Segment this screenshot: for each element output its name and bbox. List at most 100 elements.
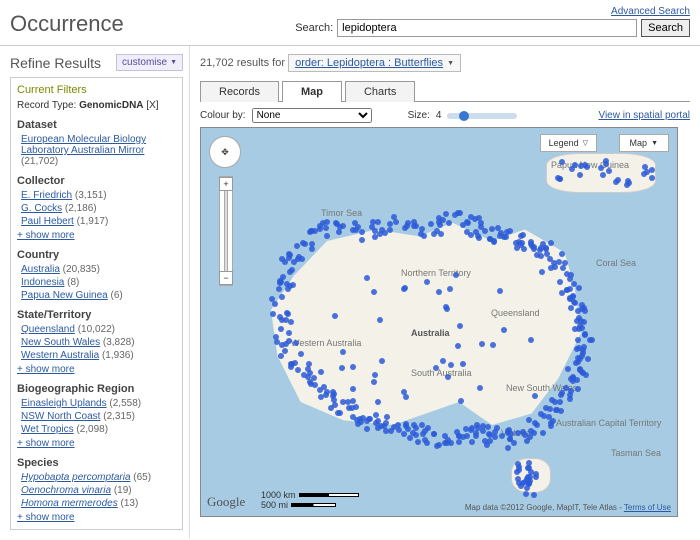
occurrence-dot[interactable] — [377, 317, 383, 323]
occurrence-dot[interactable] — [473, 433, 479, 439]
occurrence-dot[interactable] — [436, 442, 442, 448]
pan-control[interactable]: ✥ — [209, 136, 241, 168]
occurrence-dot[interactable] — [497, 288, 503, 294]
facet-link[interactable]: European Molecular Biology Laboratory Au… — [21, 134, 146, 156]
occurrence-dot[interactable] — [309, 241, 315, 247]
occurrence-dot[interactable] — [452, 212, 458, 218]
zoom-in-button[interactable]: + — [219, 177, 233, 191]
occurrence-dot[interactable] — [401, 431, 407, 437]
occurrence-dot[interactable] — [318, 394, 324, 400]
occurrence-dot[interactable] — [375, 219, 381, 225]
occurrence-dot[interactable] — [515, 430, 521, 436]
size-slider[interactable] — [447, 113, 517, 119]
occurrence-dot[interactable] — [575, 308, 581, 314]
occurrence-dot[interactable] — [364, 426, 370, 432]
occurrence-dot[interactable] — [584, 164, 590, 170]
occurrence-dot[interactable] — [557, 399, 563, 405]
facet-link[interactable]: Einasleigh Uplands — [21, 398, 107, 409]
advanced-search-link[interactable]: Advanced Search — [611, 6, 690, 17]
occurrence-dot[interactable] — [501, 327, 507, 333]
occurrence-dot[interactable] — [582, 308, 588, 314]
occurrence-dot[interactable] — [337, 410, 343, 416]
spatial-portal-link[interactable]: View in spatial portal — [598, 110, 690, 121]
occurrence-dot[interactable] — [468, 232, 474, 238]
customise-button[interactable]: customise ▼ — [116, 54, 183, 71]
facet-link[interactable]: Wet Tropics — [21, 424, 74, 435]
occurrence-dot[interactable] — [339, 365, 345, 371]
occurrence-dot[interactable] — [469, 439, 475, 445]
occurrence-dot[interactable] — [576, 285, 582, 291]
occurrence-dot[interactable] — [475, 425, 481, 431]
occurrence-dot[interactable] — [336, 229, 342, 235]
occurrence-dot[interactable] — [489, 226, 495, 232]
facet-link[interactable]: E. Friedrich — [21, 190, 72, 201]
slider-knob[interactable] — [459, 111, 469, 121]
occurrence-dot[interactable] — [383, 428, 389, 434]
facet-link[interactable]: Indonesia — [21, 277, 64, 288]
occurrence-dot[interactable] — [323, 225, 329, 231]
occurrence-dot[interactable] — [453, 272, 459, 278]
occurrence-dot[interactable] — [443, 304, 449, 310]
occurrence-dot[interactable] — [492, 434, 498, 440]
occurrence-dot[interactable] — [642, 164, 648, 170]
occurrence-dot[interactable] — [402, 285, 408, 291]
occurrence-dot[interactable] — [457, 210, 463, 216]
occurrence-dot[interactable] — [551, 260, 557, 266]
occurrence-dot[interactable] — [567, 392, 573, 398]
facet-link[interactable]: Papua New Guinea — [21, 290, 108, 301]
occurrence-dot[interactable] — [568, 272, 574, 278]
occurrence-dot[interactable] — [403, 394, 409, 400]
show-more-link[interactable]: + show more — [17, 438, 75, 449]
occurrence-dot[interactable] — [603, 158, 609, 164]
occurrence-dot[interactable] — [270, 311, 276, 317]
search-button[interactable]: Search — [641, 19, 690, 37]
facet-link[interactable]: Oenochroma vinaria — [21, 485, 111, 496]
occurrence-dot[interactable] — [494, 425, 500, 431]
occurrence-dot[interactable] — [438, 231, 444, 237]
legend-button[interactable]: Legend ▽ — [540, 134, 597, 152]
occurrence-dot[interactable] — [552, 399, 558, 405]
occurrence-dot[interactable] — [405, 220, 411, 226]
occurrence-dot[interactable] — [446, 220, 452, 226]
remove-filter-link[interactable]: [X] — [146, 100, 158, 111]
search-input[interactable] — [337, 19, 637, 37]
occurrence-dot[interactable] — [349, 405, 355, 411]
occurrence-dot[interactable] — [499, 433, 505, 439]
occurrence-dot[interactable] — [572, 162, 578, 168]
occurrence-dot[interactable] — [274, 339, 280, 345]
facet-link[interactable]: G. Cocks — [21, 203, 62, 214]
occurrence-dot[interactable] — [532, 393, 538, 399]
occurrence-dot[interactable] — [546, 414, 552, 420]
occurrence-dot[interactable] — [487, 432, 493, 438]
facet-link[interactable]: Paul Hebert — [21, 216, 74, 227]
tab-records[interactable]: Records — [200, 81, 279, 102]
occurrence-dot[interactable] — [324, 233, 330, 239]
occurrence-dot[interactable] — [531, 492, 537, 498]
occurrence-dot[interactable] — [428, 221, 434, 227]
facet-link[interactable]: Hypobapta percomptaria — [21, 472, 131, 483]
occurrence-dot[interactable] — [543, 245, 549, 251]
occurrence-dot[interactable] — [507, 228, 513, 234]
occurrence-dot[interactable] — [278, 326, 284, 332]
occurrence-dot[interactable] — [507, 436, 513, 442]
occurrence-dot[interactable] — [306, 361, 312, 367]
facet-link[interactable]: New South Wales — [21, 337, 100, 348]
occurrence-dot[interactable] — [440, 358, 446, 364]
show-more-link[interactable]: + show more — [17, 512, 75, 523]
occurrence-dot[interactable] — [585, 356, 591, 362]
occurrence-dot[interactable] — [464, 433, 470, 439]
occurrence-dot[interactable] — [490, 342, 496, 348]
facet-link[interactable]: Western Australia — [21, 350, 99, 361]
occurrence-dot[interactable] — [411, 422, 417, 428]
facet-link[interactable]: Australia — [21, 264, 60, 275]
occurrence-dot[interactable] — [324, 389, 330, 395]
occurrence-dot[interactable] — [571, 299, 577, 305]
occurrence-dot[interactable] — [460, 361, 466, 367]
occurrence-dot[interactable] — [410, 430, 416, 436]
occurrence-dot[interactable] — [557, 279, 563, 285]
occurrence-dot[interactable] — [431, 431, 437, 437]
occurrence-dot[interactable] — [436, 289, 442, 295]
occurrence-dot[interactable] — [547, 406, 553, 412]
occurrence-dot[interactable] — [559, 159, 565, 165]
occurrence-dot[interactable] — [279, 256, 285, 262]
